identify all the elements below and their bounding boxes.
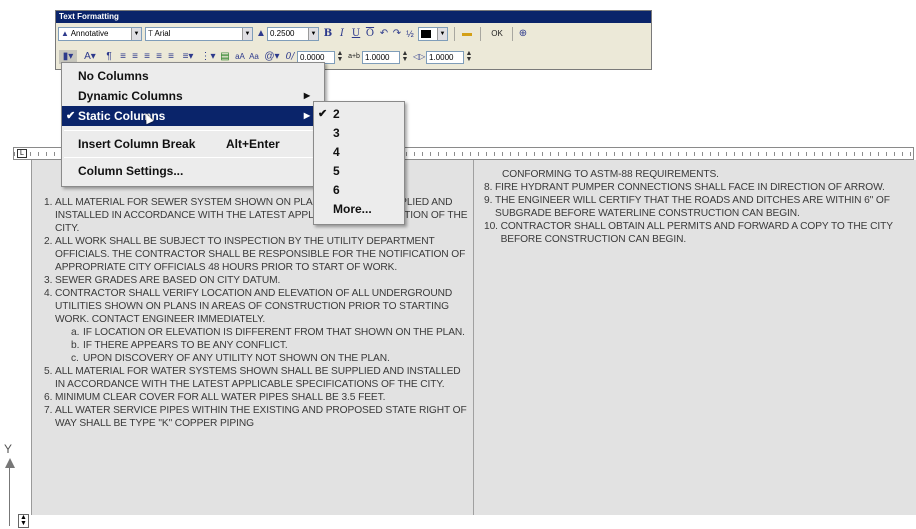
options-icon[interactable]: ⊕: [516, 27, 530, 41]
ucs-axis-line: [9, 460, 10, 526]
mtext-editor[interactable]: 1. ALL MATERIAL FOR SEWER SYSTEM SHOWN O…: [31, 160, 916, 515]
column-left: 1. ALL MATERIAL FOR SEWER SYSTEM SHOWN O…: [44, 196, 470, 430]
chevron-down-icon[interactable]: ▼: [131, 28, 141, 40]
submenu-item-5[interactable]: 5: [314, 162, 404, 181]
redo-icon[interactable]: ↷: [392, 27, 402, 41]
text-height-select[interactable]: 0.2500 ▼: [267, 27, 319, 41]
toolbar-title: Text Formatting: [56, 11, 651, 23]
font-value: Arial: [154, 29, 171, 38]
ucs-y-label: Y: [4, 442, 13, 456]
note-item: 9. THE ENGINEER WILL CERTIFY THAT THE RO…: [484, 195, 890, 219]
tracking-icon: a+b: [348, 53, 360, 60]
chevron-right-icon: ▶: [303, 111, 310, 120]
resize-grip-icon[interactable]: ▲ ▼: [18, 514, 29, 528]
chevron-down-icon[interactable]: ▼: [437, 28, 447, 40]
note-subitem: b. IF THERE APPEARS TO BE ANY CONFLICT.: [71, 340, 288, 351]
note-item: 10. CONTRACTOR SHALL OBTAIN ALL PERMITS …: [484, 221, 893, 245]
submenu-item-3[interactable]: 3: [314, 124, 404, 143]
columns-menu: No Columns Dynamic Columns ▶ ✔ Static Colu…: [61, 62, 325, 187]
style-select[interactable]: ▲ Annotative ▼: [58, 27, 142, 41]
tab-marker-icon[interactable]: L: [17, 149, 27, 158]
check-icon: ✔: [66, 110, 76, 122]
note-subitem: c. UPON DISCOVERY OF ANY UTILITY NOT SHOW…: [71, 353, 390, 364]
column-right: CONFORMING TO ASTM-88 REQUIREMENTS. 8. F…: [484, 168, 914, 246]
column-divider: [473, 160, 474, 515]
width-factor-icon: ◁▷: [413, 52, 426, 61]
tracking-input[interactable]: 1.0000: [362, 51, 400, 64]
note-item: 4. CONTRACTOR SHALL VERIFY LOCATION AND …: [44, 288, 453, 325]
underline-icon[interactable]: U: [351, 27, 361, 41]
style-value: Annotative: [70, 29, 109, 38]
check-icon: ✔: [318, 108, 328, 120]
menu-item-static-columns[interactable]: ✔ Static Columns ▶: [62, 106, 324, 126]
ok-button[interactable]: OK: [486, 27, 508, 41]
menu-separator: [64, 157, 322, 158]
menu-item-no-columns[interactable]: No Columns: [62, 66, 324, 86]
submenu-item-more[interactable]: More...: [314, 200, 404, 219]
spinner-icon[interactable]: ▲ ▼: [465, 50, 473, 64]
toolbar-separator: [454, 27, 455, 41]
menu-separator: [64, 130, 322, 131]
chevron-down-icon[interactable]: ▼: [242, 28, 252, 40]
toolbar-row-1: ▲ Annotative ▼ T Arial ▼ ▲ 0.2500 ▼ B I …: [56, 24, 651, 44]
note-item: 1. ALL MATERIAL FOR SEWER SYSTEM SHOWN O…: [44, 197, 468, 234]
italic-icon[interactable]: I: [337, 27, 347, 41]
annotative-height-icon: ▲: [256, 28, 266, 39]
spinner-icon[interactable]: ▲ ▼: [401, 50, 409, 64]
shortcut-label: Alt+Enter: [226, 137, 280, 151]
annotative-icon: ▲: [61, 29, 71, 38]
color-swatch: [421, 29, 431, 38]
text-formatting-toolbar: Text Formatting ▲ Annotative ▼ T Arial ▼…: [55, 10, 652, 70]
submenu-item-4[interactable]: 4: [314, 143, 404, 162]
width-factor-input[interactable]: 1.0000: [426, 51, 464, 64]
text-height-value: 0.2500: [270, 29, 295, 38]
note-subitem: a. IF LOCATION OR ELEVATION IS DIFFERENT …: [71, 327, 465, 338]
note-continuation: CONFORMING TO ASTM-88 REQUIREMENTS.: [502, 169, 719, 180]
ruler-icon[interactable]: ▬: [460, 27, 474, 41]
menu-item-column-settings[interactable]: Column Settings...: [62, 161, 324, 181]
note-item: 8. FIRE HYDRANT PUMPER CONNECTIONS SHALL…: [484, 182, 885, 193]
menu-item-insert-column-break[interactable]: Insert Column Break Alt+Enter: [62, 134, 324, 154]
ucs-arrow-icon: [5, 458, 15, 468]
note-item: 6. MINIMUM CLEAR COVER FOR ALL WATER PIP…: [44, 392, 386, 403]
submenu-item-2[interactable]: ✔ 2: [314, 105, 404, 124]
menu-item-dynamic-columns[interactable]: Dynamic Columns ▶: [62, 86, 324, 106]
color-select[interactable]: ▼: [418, 27, 448, 41]
chevron-down-icon[interactable]: ▼: [308, 28, 318, 40]
undo-icon[interactable]: ↶: [379, 27, 389, 41]
note-item: 2. ALL WORK SHALL BE SUBJECT TO INSPECTI…: [44, 236, 466, 273]
submenu-item-6[interactable]: 6: [314, 181, 404, 200]
overline-icon[interactable]: O: [365, 27, 375, 41]
note-item: 3. SEWER GRADES ARE BASED ON CITY DATUM.: [44, 275, 281, 286]
stack-icon[interactable]: ½: [405, 27, 415, 41]
note-item: 5. ALL MATERIAL FOR WATER SYSTEMS SHOWN …: [44, 366, 461, 390]
toolbar-separator: [480, 27, 481, 41]
chevron-right-icon: ▶: [303, 91, 310, 100]
font-select[interactable]: T Arial ▼: [145, 27, 253, 41]
note-item: 7. ALL WATER SERVICE PIPES WITHIN THE EX…: [44, 405, 467, 429]
toolbar-separator: [512, 27, 513, 41]
spinner-icon[interactable]: ▲ ▼: [336, 50, 344, 64]
static-columns-submenu: ✔ 2 3 4 5 6 More...: [313, 101, 405, 225]
bold-icon[interactable]: B: [323, 27, 333, 41]
